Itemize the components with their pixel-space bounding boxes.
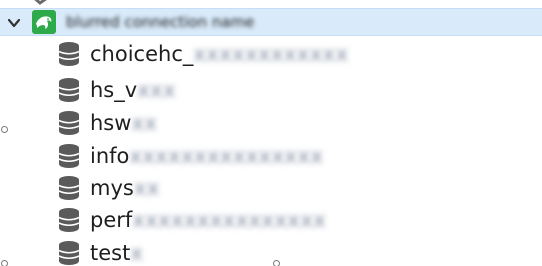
database-item[interactable]: hswxx [0,107,542,139]
database-icon [58,176,80,200]
database-label: choicehc_xxxxxxxxxxxx [90,42,349,66]
database-item[interactable]: testx [0,237,542,266]
database-icon [58,111,80,135]
database-item[interactable]: infoxxxxxxxxxxxxxxx [0,140,542,172]
database-label: infoxxxxxxxxxxxxxxx [90,144,324,168]
database-icon [58,241,80,265]
database-label: testx [90,241,144,265]
database-label: hswxx [90,111,158,135]
database-item[interactable]: choicehc_xxxxxxxxxxxx [0,38,542,70]
partial-icon [34,0,47,5]
resize-handle-bottom[interactable] [273,260,280,266]
database-label: perfxxxxxxxxxxxxxxx [90,208,327,232]
mysql-dolphin-icon [32,10,56,34]
database-label: mysxx [90,176,160,200]
database-item[interactable]: perfxxxxxxxxxxxxxxx [0,204,542,236]
database-icon [58,78,80,102]
connection-node[interactable]: blurred connection name [0,8,542,36]
chevron-down-icon[interactable] [7,16,21,30]
database-icon [58,208,80,232]
database-item[interactable]: mysxx [0,172,542,204]
database-icon [58,42,80,66]
connection-label: blurred connection name [66,13,255,31]
database-icon [58,144,80,168]
database-label: hs_vxxx [90,78,176,102]
resize-handle-left[interactable] [1,126,8,133]
tree-item-partial[interactable] [0,0,542,6]
database-item[interactable]: hs_vxxx [0,74,542,106]
resize-handle-bottom-left[interactable] [1,260,8,266]
navigator-tree: blurred connection name choicehc_xxxxxxx… [0,0,542,266]
